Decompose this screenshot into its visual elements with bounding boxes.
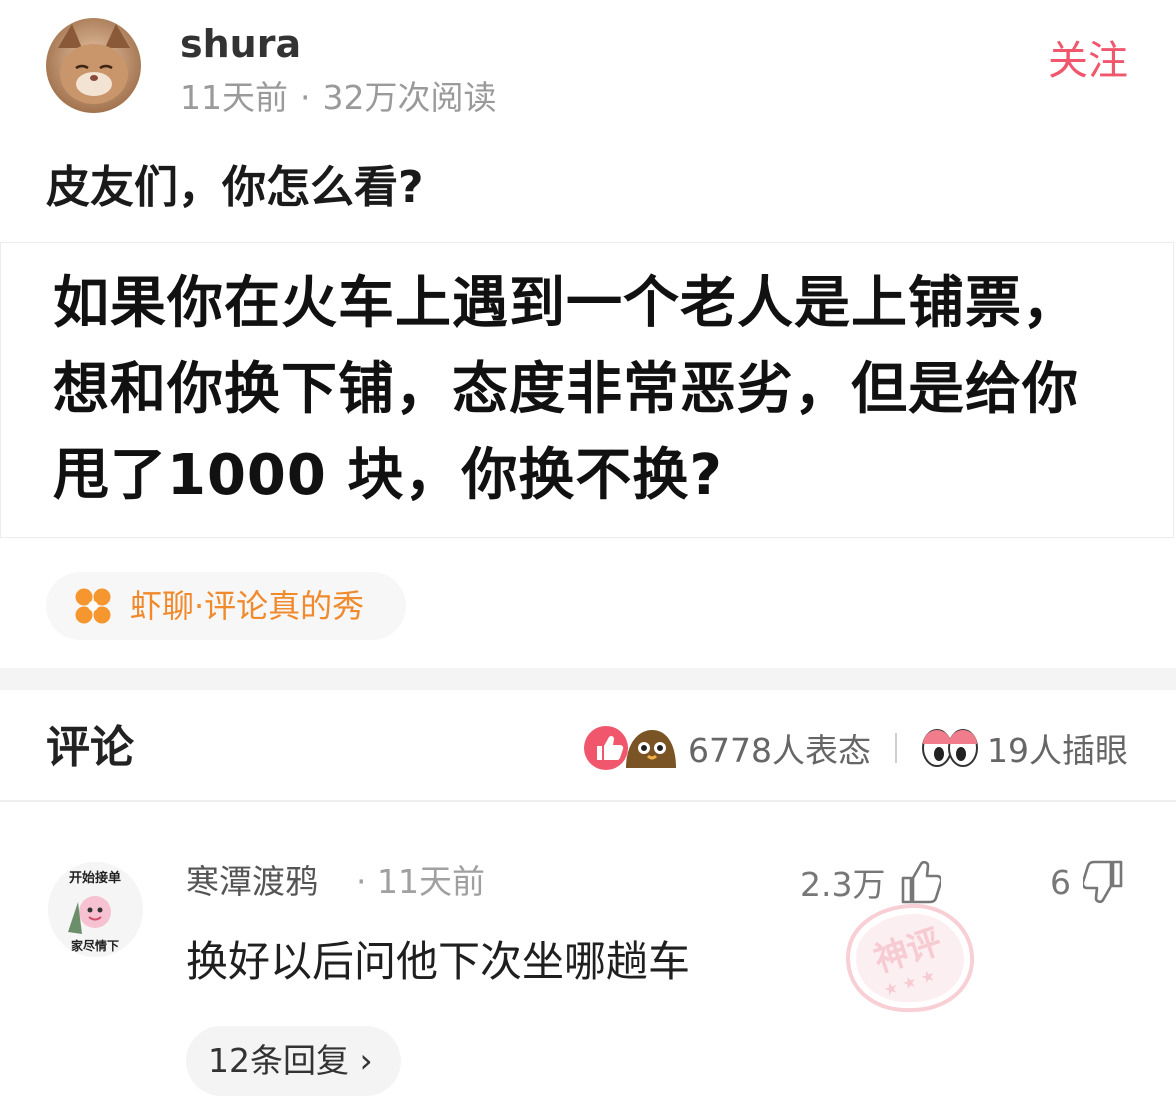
peek-count: 19人插眼	[987, 731, 1128, 770]
dislike-count: 6	[1050, 862, 1071, 902]
post-title: 皮友们，你怎么看?	[46, 162, 424, 213]
reactions-count: 6778人表态	[688, 731, 871, 770]
god-comment-stamp-icon: 神评 ★ ★ ★	[845, 903, 975, 1013]
commenter-avatar-image: 开始接单 家尽情下	[48, 862, 143, 957]
comments-title: 评论	[46, 722, 134, 773]
topic-chip[interactable]: 虾聊·评论真的秀	[46, 572, 407, 640]
topic-flower-icon	[75, 588, 111, 624]
cat-avatar-image	[46, 18, 141, 113]
topic-label: 虾聊·评论真的秀	[130, 587, 365, 625]
commenter-name[interactable]: 寒潭渡鸦	[186, 860, 318, 904]
follow-button[interactable]: 关注	[1048, 36, 1128, 86]
author-avatar[interactable]	[46, 18, 141, 113]
avatar-badge-top: 开始接单	[69, 870, 121, 886]
reaction-emoji-icon	[584, 726, 677, 770]
read-count: 32万次阅读	[322, 78, 497, 117]
comment-text: 换好以后问他下次坐哪趟车	[186, 937, 691, 986]
meta-separator: ·	[300, 78, 311, 117]
reactions-separator	[895, 733, 897, 763]
reactions-bar[interactable]: 6778人表态 19人插眼	[582, 722, 1128, 774]
replies-button[interactable]: 12条回复 ›	[186, 1026, 401, 1096]
question-card[interactable]: 如果你在火车上遇到一个老人是上铺票，想和你换下铺，态度非常恶劣，但是给你甩了10…	[0, 242, 1174, 538]
commenter-avatar[interactable]: 开始接单 家尽情下	[48, 862, 143, 957]
header-divider	[0, 800, 1176, 802]
question-text: 如果你在火车上遇到一个老人是上铺票，想和你换下铺，态度非常恶劣，但是给你甩了10…	[53, 271, 1079, 508]
post-time: 11天前	[180, 78, 288, 117]
section-divider	[0, 668, 1176, 690]
thumbs-down-icon	[1083, 860, 1123, 904]
avatar-badge-bottom: 家尽情下	[71, 938, 119, 953]
comment-time: · 11天前	[356, 862, 485, 901]
like-count: 2.3万	[800, 865, 886, 904]
author-meta: 11天前 · 32万次阅读	[180, 76, 497, 120]
dislike-button[interactable]: 6	[1050, 856, 1127, 908]
thumbs-up-icon	[902, 860, 942, 904]
peek-eyes-icon	[922, 729, 978, 767]
author-name[interactable]: shura	[180, 20, 301, 68]
